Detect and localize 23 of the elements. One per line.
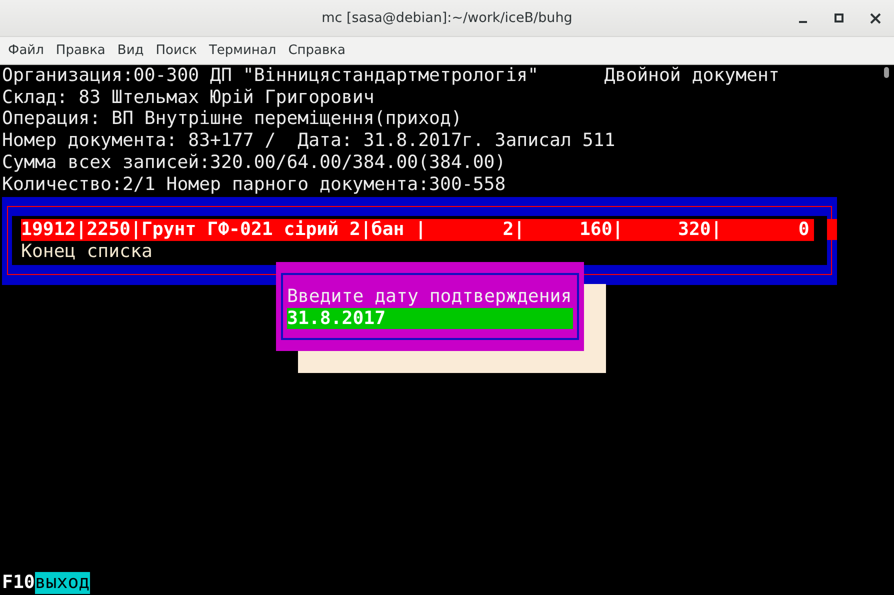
maximize-icon	[834, 13, 844, 23]
header-line: Количество:2/1 Номер парного документа:300-558	[2, 174, 506, 196]
header-line: Операция: ВП Внутрішне переміщення(приход)	[2, 108, 462, 130]
header-line: Сумма всех записей:320.00/64.00/384.00(384.00)	[2, 152, 506, 174]
close-icon	[870, 12, 880, 24]
dialog-prompt: Введите дату подтверждения	[287, 286, 573, 308]
menu-item[interactable]: Файл	[2, 43, 50, 58]
list-row[interactable]: Конец списка	[21, 240, 814, 263]
window-title: mc [sasa@debian]:~/work/iceB/buhg	[322, 10, 572, 26]
menu-item[interactable]: Правка	[50, 43, 112, 58]
document-type-text: Двойной документ	[604, 65, 780, 87]
scrollbar-thumb[interactable]	[884, 67, 889, 78]
menu-item[interactable]: Вид	[111, 43, 150, 58]
menu-item[interactable]: Поиск	[150, 43, 203, 58]
minimize-icon	[799, 21, 807, 23]
function-key-label[interactable]: выход	[34, 572, 90, 594]
organization-text: Организация:00-300 ДП "Вінницястандартметрологія"	[2, 65, 540, 87]
list-row[interactable]: 19912|2250|Грунт ГФ-021 сірий 2|бан | 2| 160| 320| 0	[21, 219, 814, 241]
menu-item[interactable]: Терминал	[202, 43, 282, 58]
menu-item[interactable]: Справка	[282, 43, 352, 58]
header-line: Номер документа: 83+177 / Дата: 31.8.2017г. Записал 511	[2, 130, 616, 152]
header-line: Склад: 83 Штельмах Юрій Григорович	[2, 86, 374, 108]
function-key-text: F10	[2, 572, 35, 594]
